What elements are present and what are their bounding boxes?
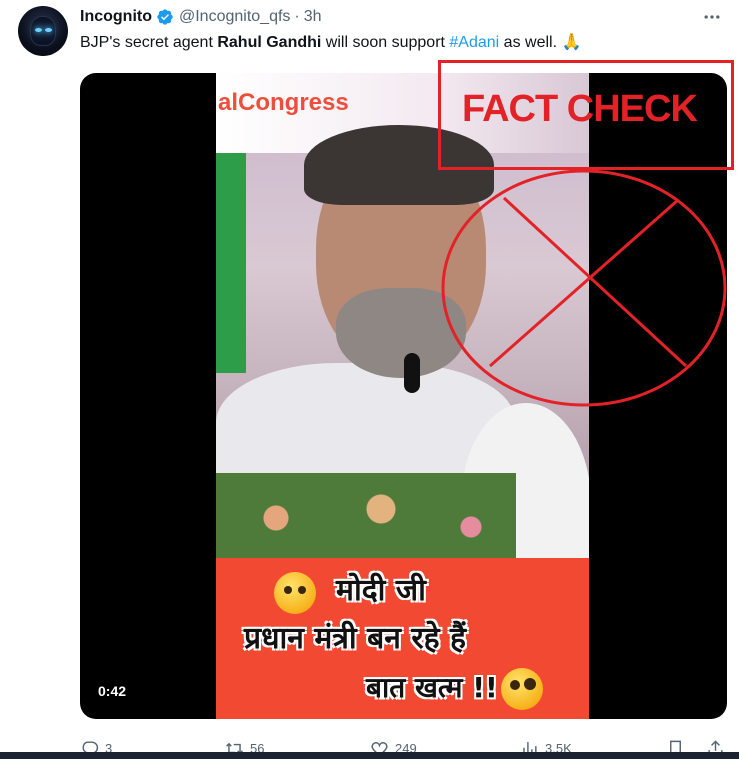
zany-face-emoji-icon [501,668,543,710]
tweet-text-part: BJP's secret agent [80,34,218,51]
avatar-eye-icon [35,28,42,32]
emoji-eye [524,678,536,690]
author-name[interactable]: Incognito [80,8,152,26]
caption-line-1: मोदी जी [336,573,426,608]
banner-text: alCongress [218,89,349,116]
emoji-eye [298,586,306,594]
red-cross-circle-icon [441,169,727,407]
emoji-eye [284,586,292,594]
emoji-eye [510,680,520,690]
tweet-text: BJP's secret agent Rahul Gandhi will soo… [80,32,581,54]
tweet[interactable]: Incognito @Incognito_qfs · 3h BJP's secr… [0,0,739,759]
banner-green-stripe [216,153,246,373]
fact-check-stamp-text: FACT CHECK [462,88,698,130]
verified-badge-icon [157,9,173,25]
caption-line-2: प्रधान मंत्री बन रहे हैं [244,621,466,656]
bottom-divider [0,752,739,759]
timestamp[interactable]: 3h [304,8,322,26]
thinking-emoji-icon [274,572,316,614]
tweet-text-part: as well. 🙏 [499,34,582,51]
tweet-text-part: will soon support [321,34,450,51]
author-handle[interactable]: @Incognito_qfs [179,8,290,26]
separator-dot: · [294,8,300,25]
tweet-header: Incognito @Incognito_qfs · 3h [80,6,322,28]
video-caption-panel: मोदी जी प्रधान मंत्री बन रहे हैं बात खत्… [216,558,589,719]
flower-decoration [216,473,516,563]
microphone [404,353,420,393]
tweet-text-bold: Rahul Gandhi [217,34,322,51]
more-dots-icon [704,15,720,19]
hashtag-link[interactable]: #Adani [449,34,499,51]
caption-line-3: बात खत्म !! [366,671,498,704]
avatar-face [30,16,56,46]
avatar-eye-icon [45,28,52,32]
avatar[interactable] [18,6,68,56]
more-options-button[interactable] [701,6,723,28]
video-duration: 0:42 [98,683,127,699]
